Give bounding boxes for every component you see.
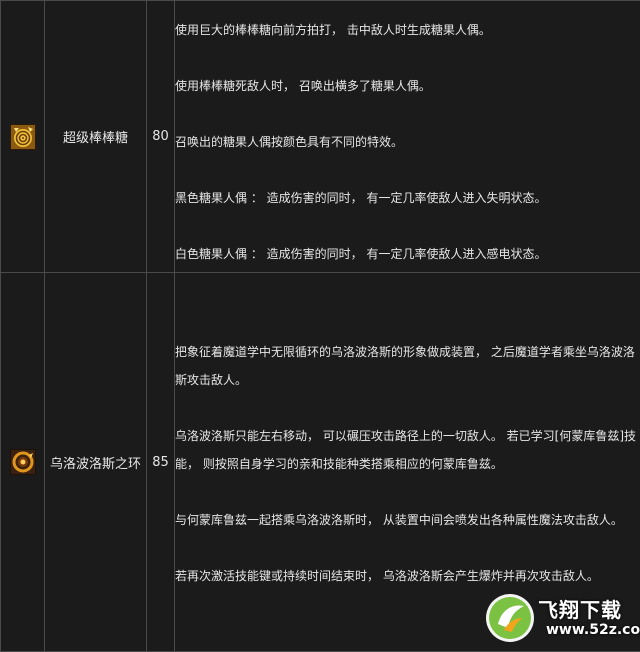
candy-spiral-icon [10, 124, 36, 150]
description-line: 使用棒棒糖死敌人时， 召唤出横多了糖果人偶。 [175, 72, 640, 100]
skill-icon-cell [1, 1, 45, 273]
skill-description: 使用巨大的棒棒糖向前方拍打， 击中敌人时生成糖果人偶。 使用棒棒糖死敌人时， 召… [175, 1, 640, 273]
skill-icon-cell [1, 273, 45, 652]
skill-name: 超级棒棒糖 [45, 1, 147, 273]
description-line: 白色糖果人偶 ： 造成伤害的同时， 有一定几率使敌人进入感电状态。 [175, 240, 640, 268]
ouroboros-ring-icon [10, 449, 36, 475]
skill-description: 把象征着魔道学中无限循环的乌洛波洛斯的形象做成装置， 之后魔道学者乘坐乌洛波洛斯… [175, 273, 640, 652]
description-line: 把象征着魔道学中无限循环的乌洛波洛斯的形象做成装置， 之后魔道学者乘坐乌洛波洛斯… [175, 338, 640, 394]
description-line: 与何蒙库鲁兹一起搭乘乌洛波洛斯时， 从装置中间会喷发出各种属性魔法攻击敌人。 [175, 506, 640, 534]
description-line: 若再次激活技能键或持续时间结束时， 乌洛波洛斯会产生爆炸并再次攻击敌人。 [175, 562, 640, 590]
skill-level: 80 [147, 1, 175, 273]
skill-table: 超级棒棒糖 80 使用巨大的棒棒糖向前方拍打， 击中敌人时生成糖果人偶。 使用棒… [0, 0, 640, 652]
table-row: 乌洛波洛斯之环 85 把象征着魔道学中无限循环的乌洛波洛斯的形象做成装置， 之后… [1, 273, 640, 652]
description-line: 召唤出的糖果人偶按颜色具有不同的特效。 [175, 128, 640, 156]
skill-level: 85 [147, 273, 175, 652]
description-line: 乌洛波洛斯只能左右移动， 可以碾压攻击路径上的一切敌人。 若已学习[何蒙库鲁兹]… [175, 422, 640, 478]
table-row: 超级棒棒糖 80 使用巨大的棒棒糖向前方拍打， 击中敌人时生成糖果人偶。 使用棒… [1, 1, 640, 273]
description-line: 黑色糖果人偶 ： 造成伤害的同时， 有一定几率使敌人进入失明状态。 [175, 184, 640, 212]
skill-name: 乌洛波洛斯之环 [45, 273, 147, 652]
description-line: 使用巨大的棒棒糖向前方拍打， 击中敌人时生成糖果人偶。 [175, 16, 640, 44]
